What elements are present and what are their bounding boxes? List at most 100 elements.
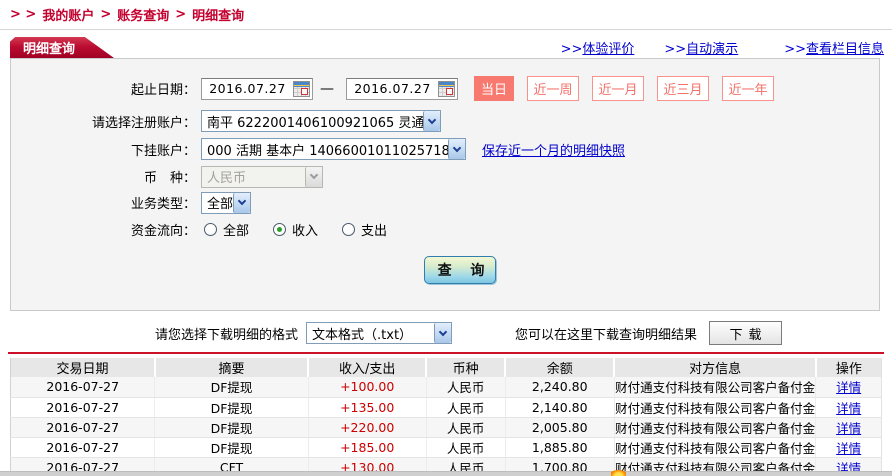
link-prefix: >> bbox=[664, 42, 687, 57]
calendar-icon[interactable] bbox=[438, 80, 455, 97]
radio-flow-income[interactable]: 收入 bbox=[273, 220, 318, 239]
tab-detail-query[interactable]: 明细查询 bbox=[10, 37, 114, 58]
cell-balance: 1,885.80 bbox=[505, 437, 615, 458]
breadcrumb-item-my-account[interactable]: 我的账户 bbox=[42, 5, 94, 24]
col-date: 交易日期 bbox=[10, 358, 156, 377]
chevron-down-icon bbox=[305, 166, 322, 187]
sub-account-select[interactable]: 000 活期 基本户 1406600101102571848 bbox=[201, 138, 466, 160]
business-type-label: 业务类型： bbox=[130, 197, 196, 212]
cell-balance: 2,240.80 bbox=[505, 377, 615, 398]
quick-range-month-button[interactable]: 近一月 bbox=[592, 76, 644, 101]
calendar-icon[interactable] bbox=[293, 80, 310, 97]
cell-counterparty: 财付通支付科技有限公司客户备付金 bbox=[614, 397, 817, 418]
link-prefix: >> bbox=[784, 42, 806, 57]
quick-range-today-button[interactable]: 当日 bbox=[474, 76, 514, 101]
table-row: 2016-07-27 DF提现 +100.00 人民币 2,240.80 财付通… bbox=[10, 377, 882, 398]
query-button[interactable]: 查 询 bbox=[424, 256, 496, 284]
date-range-row: 起止日期： 2016.07.27 — 2016.07.27 当日 近一周 近一月… bbox=[11, 75, 879, 102]
detail-link[interactable]: 详情 bbox=[836, 380, 861, 395]
cell-summary: DF提现 bbox=[154, 377, 309, 398]
download-format-select[interactable]: 文本格式（.txt） bbox=[306, 322, 453, 344]
fund-flow-radio-group: 全部 收入 支出 bbox=[204, 220, 411, 239]
link-prefix: >> bbox=[560, 42, 583, 57]
registered-account-row: 请选择注册账户： 南平 6222001406100921065 灵通卡 bbox=[11, 109, 879, 133]
breadcrumb-separator: > bbox=[175, 7, 187, 22]
download-format-label: 请您选择下载明细的格式 bbox=[155, 327, 299, 343]
link-view-column-info[interactable]: >>查看栏目信息 bbox=[784, 38, 884, 57]
quick-range-year-button[interactable]: 近一年 bbox=[722, 76, 774, 101]
chevron-down-icon[interactable] bbox=[448, 139, 465, 159]
cell-summary: DF提现 bbox=[154, 397, 309, 418]
cell-summary: DF提现 bbox=[154, 417, 309, 438]
chevron-down-icon[interactable] bbox=[434, 323, 452, 343]
date-separator: — bbox=[320, 80, 334, 97]
download-row: 请您选择下载明细的格式 文本格式（.txt） 您可以在这里下载查询明细结果 下载 bbox=[0, 319, 892, 347]
cell-amount: +135.00 bbox=[308, 397, 427, 418]
breadcrumb-prefix: > > bbox=[10, 7, 37, 22]
business-type-row: 业务类型： 全部 bbox=[11, 191, 879, 214]
chevron-down-icon[interactable] bbox=[423, 111, 440, 131]
currency-row: 币 种： 人民币 bbox=[11, 165, 879, 188]
cell-balance: 2,005.80 bbox=[505, 417, 615, 438]
header-links: >>体验评价 >>自动演示 >>查看栏目信息 bbox=[531, 38, 884, 57]
query-form-panel: 起止日期： 2016.07.27 — 2016.07.27 当日 近一周 近一月… bbox=[10, 58, 880, 311]
save-snapshot-link[interactable]: 保存近一个月的明细快照 bbox=[482, 140, 625, 159]
table-row: 2016-07-27 DF提现 +135.00 人民币 2,140.80 财付通… bbox=[10, 397, 882, 418]
currency-label: 币 种： bbox=[143, 171, 196, 186]
link-experience-review[interactable]: >>体验评价 bbox=[561, 38, 635, 57]
cell-amount: +185.00 bbox=[308, 437, 427, 458]
quick-range-quarter-button[interactable]: 近三月 bbox=[657, 76, 709, 101]
cell-date: 2016-07-27 bbox=[10, 417, 156, 438]
table-row: 2016-07-27 DF提现 +185.00 人民币 1,885.80 财付通… bbox=[10, 437, 882, 458]
cell-currency: 人民币 bbox=[426, 417, 506, 438]
radio-flow-expense[interactable]: 支出 bbox=[342, 220, 387, 239]
section-divider bbox=[8, 352, 884, 354]
cell-amount: +220.00 bbox=[308, 417, 427, 438]
breadcrumb-item-account-query[interactable]: 账务查询 bbox=[117, 5, 169, 24]
chevron-down-icon[interactable] bbox=[233, 192, 250, 213]
flame-icon bbox=[611, 470, 626, 476]
radio-icon[interactable] bbox=[204, 222, 217, 236]
cell-date: 2016-07-27 bbox=[10, 377, 156, 398]
col-summary: 摘要 bbox=[154, 358, 310, 377]
transactions-table: 交易日期 摘要 收入/支出 币种 余额 对方信息 操作 2016-07-27 D… bbox=[10, 358, 882, 476]
detail-link[interactable]: 详情 bbox=[836, 421, 861, 436]
radio-checked-icon[interactable] bbox=[273, 222, 287, 236]
download-button[interactable]: 下载 bbox=[709, 321, 783, 345]
table-header-row: 交易日期 摘要 收入/支出 币种 余额 对方信息 操作 bbox=[10, 358, 882, 377]
cell-currency: 人民币 bbox=[426, 397, 506, 418]
cell-currency: 人民币 bbox=[426, 437, 506, 458]
sub-account-label: 下挂账户： bbox=[130, 143, 196, 159]
cell-balance: 2,140.80 bbox=[505, 397, 615, 418]
date-range-label: 起止日期： bbox=[130, 83, 196, 98]
page-bottom-edge bbox=[0, 471, 892, 476]
col-counterparty: 对方信息 bbox=[614, 358, 817, 377]
registered-account-label: 请选择注册账户： bbox=[91, 115, 196, 131]
registered-account-select[interactable]: 南平 6222001406100921065 灵通卡 bbox=[201, 110, 441, 132]
radio-icon[interactable] bbox=[342, 222, 356, 236]
cell-counterparty: 财付通支付科技有限公司客户备付金 bbox=[614, 437, 817, 458]
breadcrumb: > > 我的账户 > 账务查询 > 明细查询 bbox=[0, 0, 892, 30]
breadcrumb-item-detail-query[interactable]: 明细查询 bbox=[192, 5, 244, 24]
fund-flow-label: 资金流向： bbox=[130, 223, 196, 239]
col-amount: 收入/支出 bbox=[308, 358, 428, 377]
cell-date: 2016-07-27 bbox=[10, 437, 156, 458]
quick-range-week-button[interactable]: 近一周 bbox=[527, 76, 579, 101]
radio-flow-all[interactable]: 全部 bbox=[204, 220, 249, 239]
end-date-input[interactable]: 2016.07.27 bbox=[346, 77, 458, 100]
col-action: 操作 bbox=[815, 358, 882, 377]
sub-account-row: 下挂账户： 000 活期 基本户 1406600101102571848 保存近… bbox=[11, 137, 879, 161]
detail-link[interactable]: 详情 bbox=[836, 401, 861, 416]
business-type-select[interactable]: 全部 bbox=[201, 191, 251, 214]
detail-link[interactable]: 详情 bbox=[836, 441, 861, 456]
link-auto-demo[interactable]: >>自动演示 bbox=[664, 38, 738, 57]
col-currency: 币种 bbox=[426, 358, 507, 377]
currency-select: 人民币 bbox=[201, 165, 323, 188]
cell-amount: +100.00 bbox=[308, 377, 427, 398]
cell-date: 2016-07-27 bbox=[10, 397, 156, 418]
cell-currency: 人民币 bbox=[426, 377, 506, 398]
col-balance: 余额 bbox=[505, 358, 616, 377]
tab-bar: 明细查询 >>体验评价 >>自动演示 >>查看栏目信息 bbox=[0, 30, 892, 58]
cell-summary: DF提现 bbox=[154, 437, 309, 458]
start-date-input[interactable]: 2016.07.27 bbox=[201, 77, 313, 100]
